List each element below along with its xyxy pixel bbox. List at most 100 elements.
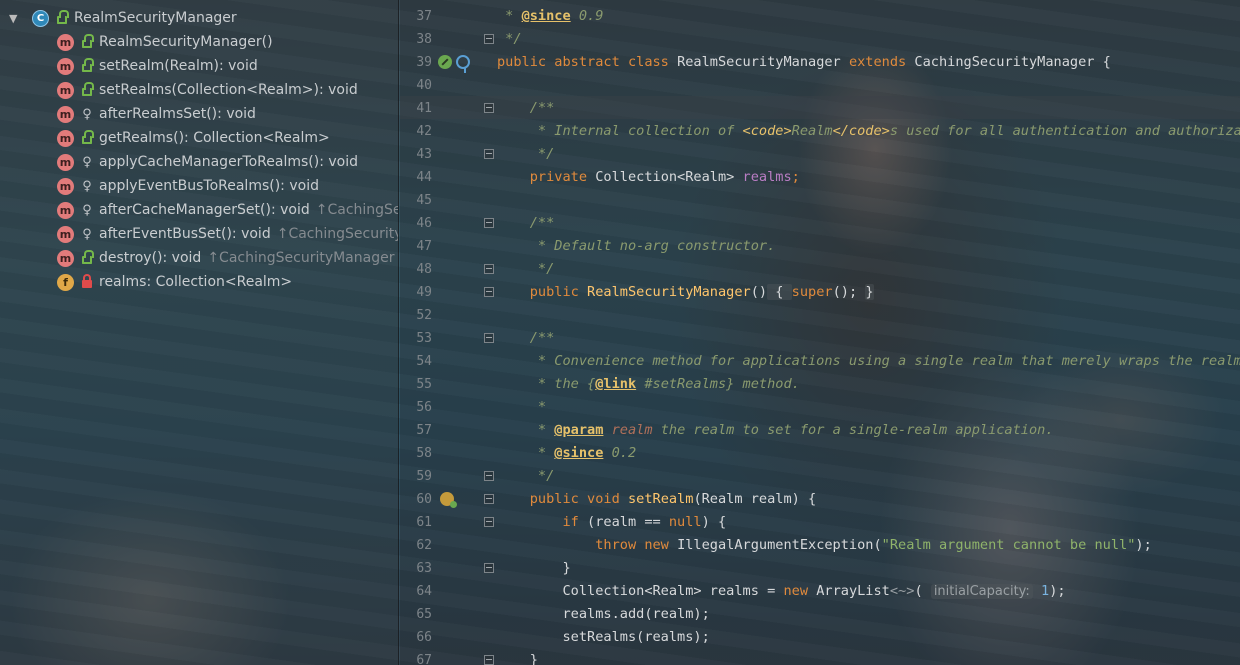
tree-item[interactable]: m ♀ afterEventBusSet(): void ↑CachingSec… bbox=[0, 222, 398, 246]
fold-marker-icon[interactable] bbox=[484, 149, 494, 159]
inherited-from-label: ↑CachingSecu bbox=[315, 202, 398, 218]
folded-brace[interactable]: { bbox=[767, 284, 792, 300]
tree-item[interactable]: m getRealms(): Collection<Realm> bbox=[0, 126, 398, 150]
tree-item-label: setRealm(Realm): void bbox=[99, 58, 258, 74]
keyword: null bbox=[668, 514, 702, 530]
fold-marker-icon[interactable] bbox=[484, 287, 494, 297]
line-number: 44 bbox=[416, 170, 432, 185]
structure-panel[interactable]: ▼ C RealmSecurityManager m RealmSecurity… bbox=[0, 0, 399, 665]
code-line[interactable]: public abstract class RealmSecurityManag… bbox=[497, 51, 1111, 74]
code-line[interactable]: * Convenience method for applications us… bbox=[497, 350, 1240, 373]
code-line[interactable]: * @since 0.9 bbox=[497, 5, 603, 28]
line-number: 59 bbox=[416, 469, 432, 484]
line-number: 43 bbox=[416, 147, 432, 162]
comment-text: */ bbox=[497, 261, 555, 277]
line-number: 40 bbox=[416, 78, 432, 93]
comment-text: 0.2 bbox=[603, 445, 637, 461]
tree-root-class[interactable]: ▼ C RealmSecurityManager bbox=[0, 6, 398, 30]
code-line[interactable]: setRealms(realms); bbox=[497, 626, 709, 649]
code-line[interactable]: } bbox=[497, 649, 538, 665]
code-line[interactable]: /** bbox=[497, 327, 555, 350]
fold-marker-icon[interactable] bbox=[484, 655, 494, 665]
tree-item[interactable]: m ♀ afterRealmsSet(): void bbox=[0, 102, 398, 126]
implemented-icon[interactable] bbox=[456, 55, 470, 73]
code-editor[interactable]: 37 38 39 40 41 42 43 44 45 46 47 48 49 5… bbox=[400, 0, 1240, 665]
fold-marker-icon[interactable] bbox=[484, 563, 494, 573]
tree-item[interactable]: f realms: Collection<Realm> bbox=[0, 270, 398, 294]
code-line[interactable]: realms.add(realm); bbox=[497, 603, 709, 626]
tree-item[interactable]: m setRealm(Realm): void bbox=[0, 54, 398, 78]
class-name: RealmSecurityManager bbox=[677, 54, 849, 70]
method-icon: m bbox=[57, 201, 74, 219]
code-line[interactable]: * bbox=[497, 396, 546, 419]
keyword: private bbox=[497, 169, 596, 185]
code-line[interactable]: } bbox=[497, 557, 570, 580]
code-line[interactable]: * @param realm the realm to set for a si… bbox=[497, 419, 1054, 442]
tree-item[interactable]: m setRealms(Collection<Realm>): void bbox=[0, 78, 398, 102]
comment-text: * bbox=[497, 399, 547, 415]
tree-item[interactable]: m ♀ afterCacheManagerSet(): void ↑Cachin… bbox=[0, 198, 398, 222]
overridden-method-icon[interactable] bbox=[440, 492, 457, 508]
punctuation: ); bbox=[1135, 537, 1152, 553]
line-number: 42 bbox=[416, 124, 432, 139]
public-visibility-icon bbox=[78, 34, 96, 48]
keyword: throw new bbox=[497, 537, 678, 553]
tree-item[interactable]: m RealmSecurityManager() bbox=[0, 30, 398, 54]
fold-marker-icon[interactable] bbox=[484, 34, 494, 44]
public-visibility-icon bbox=[53, 10, 71, 24]
fold-marker-icon[interactable] bbox=[484, 103, 494, 113]
expression: Collection<Realm> realms = bbox=[497, 583, 784, 599]
comment-text: /** bbox=[497, 215, 555, 231]
comment-text: * the { bbox=[497, 376, 596, 392]
public-visibility-icon bbox=[78, 130, 96, 144]
fold-marker-icon[interactable] bbox=[484, 517, 494, 527]
line-number: 38 bbox=[416, 32, 432, 47]
tree-item[interactable]: m ♀ applyEventBusToRealms(): void bbox=[0, 174, 398, 198]
tree-item[interactable]: m ♀ applyCacheManagerToRealms(): void bbox=[0, 150, 398, 174]
fold-marker-icon[interactable] bbox=[484, 494, 494, 504]
method-icon: m bbox=[57, 105, 74, 123]
comment-text: */ bbox=[497, 468, 555, 484]
tree-item-label: setRealms(Collection<Realm>): void bbox=[99, 82, 358, 98]
keyword: super bbox=[791, 284, 833, 300]
code-line[interactable]: Collection<Realm> realms = new ArrayList… bbox=[497, 580, 1066, 603]
code-line[interactable]: /** bbox=[497, 212, 555, 235]
code-line[interactable]: throw new IllegalArgumentException("Real… bbox=[497, 534, 1152, 557]
line-number: 56 bbox=[416, 400, 432, 415]
line-number: 54 bbox=[416, 354, 432, 369]
string-literal: "Realm argument cannot be null" bbox=[881, 537, 1136, 553]
code-line[interactable]: */ bbox=[497, 28, 521, 51]
fold-marker-icon[interactable] bbox=[484, 333, 494, 343]
class-icon: C bbox=[32, 9, 49, 27]
code-line[interactable]: * Default no-arg constructor. bbox=[497, 235, 775, 258]
code-line[interactable]: public void setRealm(Realm realm) { bbox=[497, 488, 816, 511]
line-number: 53 bbox=[416, 331, 432, 346]
code-line[interactable]: * the {@link #setRealms} method. bbox=[497, 373, 800, 396]
line-number: 41 bbox=[416, 101, 432, 116]
fold-marker-icon[interactable] bbox=[484, 471, 494, 481]
override-icon[interactable] bbox=[438, 55, 452, 69]
diamond-operator: <~> bbox=[889, 583, 915, 599]
punctuation: ) { bbox=[701, 514, 727, 530]
code-line[interactable]: */ bbox=[497, 258, 554, 281]
code-line[interactable]: */ bbox=[497, 143, 554, 166]
method-icon: m bbox=[57, 57, 74, 75]
code-line[interactable]: * @since 0.2 bbox=[497, 442, 636, 465]
code-line[interactable]: /** bbox=[497, 97, 555, 120]
code-line[interactable]: */ bbox=[497, 465, 554, 488]
method-icon: m bbox=[57, 249, 74, 267]
code-line[interactable]: if (realm == null) { bbox=[497, 511, 726, 534]
code-line[interactable]: public RealmSecurityManager() { super();… bbox=[497, 281, 874, 304]
fold-marker-icon[interactable] bbox=[484, 218, 494, 228]
collapse-arrow-icon[interactable]: ▼ bbox=[9, 12, 23, 25]
comment-text: 0.9 bbox=[570, 8, 604, 24]
folded-brace[interactable]: } bbox=[865, 284, 874, 300]
code-line[interactable]: private Collection<Realm> realms; bbox=[497, 166, 800, 189]
javadoc-tag: @since bbox=[554, 445, 604, 461]
line-number: 48 bbox=[416, 262, 432, 277]
fold-marker-icon[interactable] bbox=[484, 264, 494, 274]
line-number: 67 bbox=[416, 653, 432, 665]
tree-item[interactable]: m destroy(): void ↑CachingSecurityManage… bbox=[0, 246, 398, 270]
html-tag: </code> bbox=[832, 123, 890, 139]
code-line[interactable]: * Internal collection of <code>Realm</co… bbox=[497, 120, 1240, 143]
